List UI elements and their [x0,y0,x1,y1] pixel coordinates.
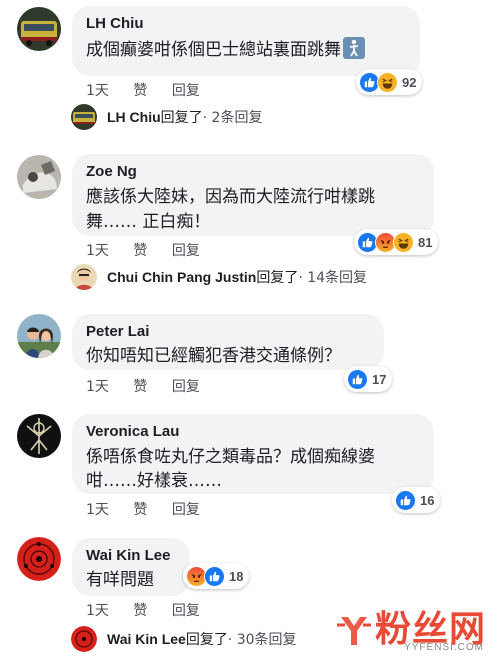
view-replies-link[interactable]: LH Chiu 回复了 · 2条回复 [71,104,262,130]
commenter-name[interactable]: Zoe Ng [86,163,420,181]
comment-actions: 1天 赞 回复 [86,80,220,100]
reply-button[interactable]: 回复 [172,499,200,519]
reply-button[interactable]: 回复 [172,376,200,396]
reaction-count: 92 [402,74,417,90]
reactions-summary[interactable]: 16 [392,487,441,513]
reply-avatar [71,264,97,290]
comment-text: 係唔係食咗丸仔之類毒品？成個痴線婆 咁……好樣衰…… [86,447,375,491]
reply-count: · 14条回复 [298,270,368,286]
comment-bubble: Wai Kin Lee 有咩問題 [72,538,190,596]
like-button[interactable]: 赞 [133,600,147,620]
haha-icon [393,231,414,253]
replied-label: 回复了 [256,270,299,286]
avatar-zoe-ng[interactable] [17,155,61,199]
like-icon [204,565,225,587]
like-button[interactable]: 赞 [133,240,147,260]
avatar-peter-lai[interactable] [17,314,61,358]
watermark-url: YYFENSI.COM [404,642,484,653]
reactions-summary[interactable]: 81 [354,229,439,255]
dancing-person-icon [343,37,365,59]
like-button[interactable]: 赞 [133,80,147,100]
reaction-count: 81 [418,234,433,250]
reaction-count: 18 [229,568,244,584]
comment-time[interactable]: 1天 [86,240,109,260]
watermark: 粉丝网 YYFENSI.COM [335,611,486,653]
reaction-count: 17 [372,371,387,387]
watermark-logo-icon [335,611,373,649]
reaction-count: 16 [420,492,435,508]
like-icon [395,489,416,511]
like-icon [347,368,368,390]
reply-count: · 2条回复 [202,110,263,126]
reactions-summary[interactable]: 18 [183,563,250,589]
replied-label: 回复了 [160,110,203,126]
commenter-name[interactable]: Peter Lai [86,323,370,341]
avatar-veronica-lau[interactable] [17,414,61,458]
like-button[interactable]: 赞 [133,376,147,396]
comment-text: 有咩問題 [86,570,154,590]
reply-author: Wai Kin Lee [107,631,186,647]
comment-bubble: Veronica Lau 係唔係食咗丸仔之類毒品？成個痴線婆 咁……好樣衰…… [72,414,434,494]
reactions-summary[interactable]: 92 [356,69,423,95]
reply-button[interactable]: 回复 [172,80,200,100]
reply-avatar [71,104,97,130]
reply-author: LH Chiu [107,109,161,125]
haha-icon [377,71,398,93]
reactions-summary[interactable]: 17 [344,366,393,392]
comment-actions: 1天 赞 回复 [86,499,220,519]
comment-actions: 1天 赞 回复 [86,376,220,396]
comment-time[interactable]: 1天 [86,600,109,620]
reply-count: · 30条回复 [227,632,297,648]
view-replies-link[interactable]: Wai Kin Lee 回复了 · 30条回复 [71,626,297,652]
comment-actions: 1天 赞 回复 [86,240,220,260]
comment-time[interactable]: 1天 [86,376,109,396]
like-button[interactable]: 赞 [133,499,147,519]
reply-author: Chui Chin Pang Justin [107,269,257,285]
commenter-name[interactable]: LH Chiu [86,15,406,33]
comment-bubble: LH Chiu 成個癲婆咁係個巴士總站裏面跳舞 [72,6,420,76]
comment-text: 應該係大陸妹，因為而大陸流行咁樣跳 舞…… 正白痴！ [86,187,375,232]
avatar-lh-chiu[interactable] [17,7,61,51]
reply-button[interactable]: 回复 [172,240,200,260]
comment-text: 你知唔知已經觸犯香港交通條例？ [86,346,341,366]
comment-actions: 1天 赞 回复 [86,600,220,620]
avatar-wai-kin-lee[interactable] [17,537,61,581]
comment-time[interactable]: 1天 [86,80,109,100]
comment-text: 成個癲婆咁係個巴士總站裏面跳舞 [86,37,406,63]
replied-label: 回复了 [185,632,228,648]
comment-bubble: Peter Lai 你知唔知已經觸犯香港交通條例？ [72,314,384,370]
reply-button[interactable]: 回复 [172,600,200,620]
comment-bubble: Zoe Ng 應該係大陸妹，因為而大陸流行咁樣跳 舞…… 正白痴！ [72,154,434,236]
reply-avatar [71,626,97,652]
commenter-name[interactable]: Veronica Lau [86,423,420,441]
comment-time[interactable]: 1天 [86,499,109,519]
commenter-name[interactable]: Wai Kin Lee [86,547,176,565]
view-replies-link[interactable]: Chui Chin Pang Justin 回复了 · 14条回复 [71,264,367,290]
